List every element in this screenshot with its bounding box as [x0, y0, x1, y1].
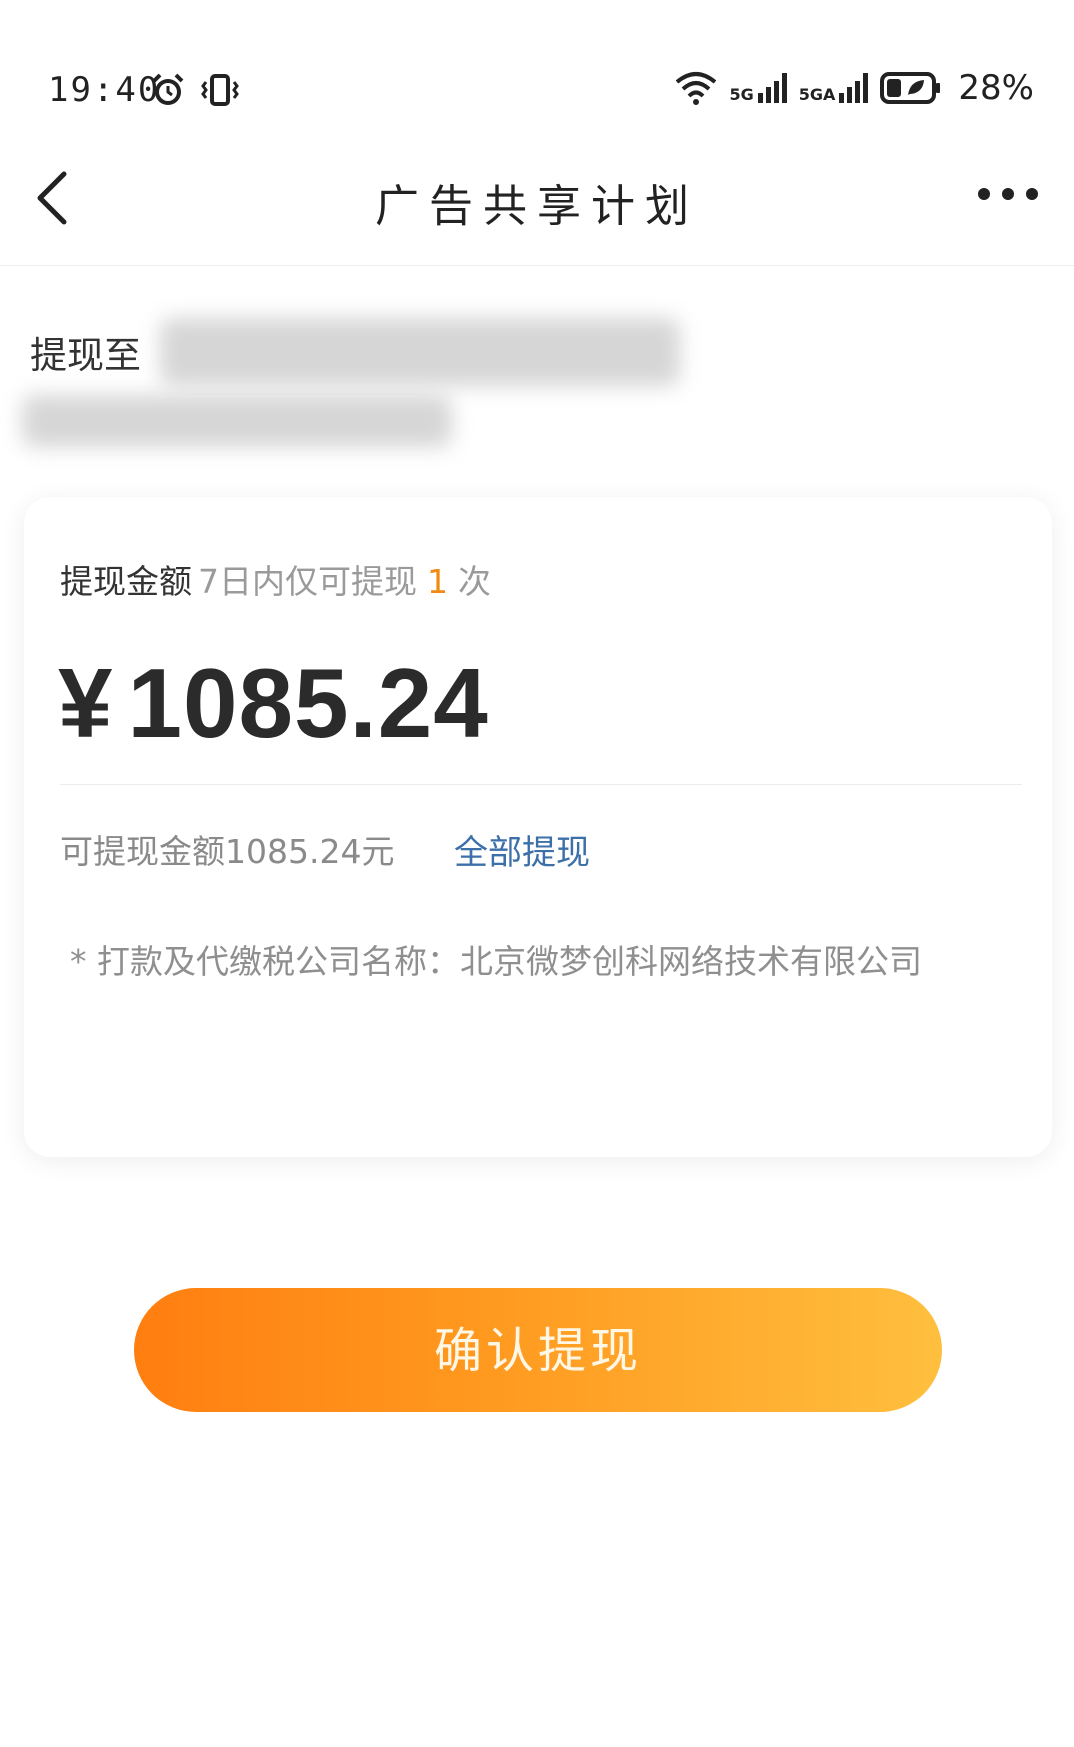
- limit-prefix: 7日内仅可提现: [198, 562, 417, 601]
- nav-bar: 广告共享计划: [0, 130, 1074, 266]
- limit-suffix: 次: [458, 562, 491, 601]
- withdraw-all-link[interactable]: 全部提现: [454, 825, 590, 874]
- redacted-account-info: [160, 318, 680, 386]
- divider: [60, 784, 1022, 785]
- network-label-5ga: 5GA: [798, 85, 836, 104]
- confirm-withdraw-button[interactable]: 确认提现: [134, 1288, 942, 1412]
- battery-percent: 28%: [958, 68, 1034, 108]
- vibrate-icon: [201, 74, 239, 106]
- amount-label: 提现金额: [60, 562, 192, 601]
- amount-header: 提现金额 7日内仅可提现 1 次: [60, 555, 491, 603]
- alarm-icon: [152, 73, 184, 105]
- status-time: 19:40: [48, 70, 161, 110]
- signal-icon: [839, 73, 869, 103]
- currency-symbol: ¥: [58, 648, 114, 758]
- more-options-icon[interactable]: [978, 188, 1038, 200]
- withdraw-amount-input[interactable]: ¥1085.24: [58, 647, 489, 760]
- network-label-5g: 5G: [729, 85, 754, 104]
- redacted-account-info: [22, 395, 452, 447]
- wifi-icon: [675, 72, 716, 105]
- limit-count: 1: [427, 562, 448, 601]
- signal-icon: [757, 73, 787, 103]
- amount-value: 1085.24: [127, 648, 489, 758]
- available-amount-text: 可提现金额1085.24元: [60, 832, 395, 871]
- page-title: 广告共享计划: [375, 181, 699, 232]
- company-note: * 打款及代缴税公司名称：北京微梦创科网络技术有限公司: [70, 942, 922, 981]
- battery-icon: [880, 72, 941, 104]
- withdraw-card: 提现金额 7日内仅可提现 1 次 ¥1085.24 可提现金额1085.24元 全部提…: [24, 497, 1052, 1157]
- status-bar: 19:40 5G 5GA 28%: [0, 0, 1074, 130]
- withdraw-to-label: 提现至: [30, 334, 141, 377]
